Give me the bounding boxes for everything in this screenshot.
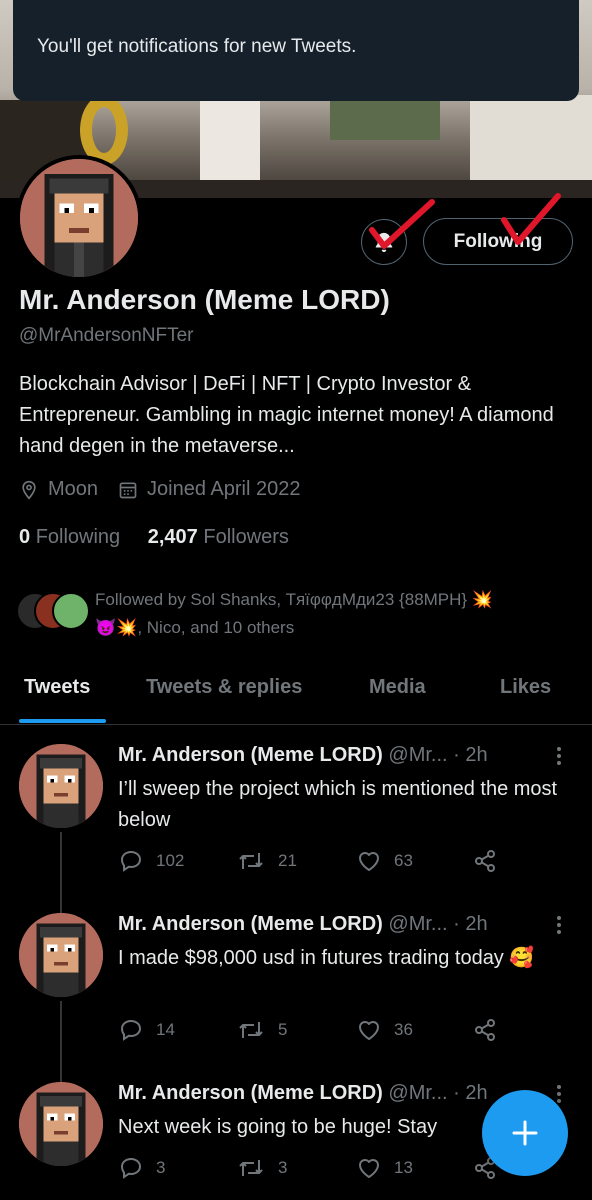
notifications-bell-button[interactable] — [361, 219, 407, 265]
tab-tweets-replies[interactable]: Tweets & replies — [146, 676, 302, 699]
like-button[interactable]: 13 — [356, 1156, 413, 1180]
heart-icon — [359, 852, 379, 871]
reply-icon — [120, 850, 142, 872]
tweet-text: I made $98,000 usd in futures trading to… — [118, 947, 535, 969]
share-button[interactable] — [472, 849, 510, 873]
plus-icon — [512, 1120, 538, 1146]
profile-handle: @MrAndersonNFTer — [19, 325, 194, 346]
tab-likes[interactable]: Likes — [500, 676, 551, 699]
reply-icon — [120, 1157, 142, 1179]
toast-message: You'll get notifications for new Tweets. — [37, 36, 357, 57]
retweet-button[interactable]: 5 — [236, 1018, 287, 1042]
like-button[interactable]: 36 — [356, 1018, 413, 1042]
tweet-handle-time: @Mr... · 2h — [388, 1082, 488, 1104]
tweet-avatar[interactable] — [19, 1082, 103, 1166]
profile-bio: Blockchain Advisor | DeFi | NFT | Crypto… — [19, 373, 554, 457]
more-options-icon[interactable] — [556, 746, 562, 766]
tweet-author-name[interactable]: Mr. Anderson (Meme LORD) — [118, 744, 383, 766]
thread-line — [60, 1001, 62, 1083]
notification-toast: You'll get notifications for new Tweets. — [13, 0, 579, 101]
following-button[interactable]: Following — [423, 218, 573, 265]
tweet-handle-time: @Mr... · 2h — [388, 913, 488, 935]
tweet-handle-time: @Mr... · 2h — [388, 744, 488, 766]
reply-button[interactable]: 102 — [118, 849, 184, 873]
reply-button[interactable]: 14 — [118, 1018, 175, 1042]
share-icon — [475, 1019, 495, 1041]
gold-ring-sculpture — [80, 95, 128, 165]
location: Moon — [19, 478, 98, 501]
pixel-avatar-image — [20, 159, 138, 277]
profile-avatar[interactable] — [16, 155, 142, 281]
share-icon — [475, 850, 495, 872]
retweet-icon — [239, 853, 263, 869]
following-count-link[interactable]: 0 Following — [19, 526, 120, 548]
tab-tweets[interactable]: Tweets — [24, 676, 90, 699]
profile-tabs: Tweets Tweets & replies Media Likes — [0, 664, 592, 725]
tweet-header: Mr. Anderson (Meme LORD) @Mr... · 2h — [118, 1082, 488, 1105]
more-options-icon[interactable] — [556, 915, 562, 935]
pixel-avatar-image — [19, 913, 103, 997]
tweet-header: Mr. Anderson (Meme LORD) @Mr... · 2h — [118, 913, 488, 936]
pixel-avatar-image — [19, 744, 103, 828]
reply-button[interactable]: 3 — [118, 1156, 165, 1180]
tweet-author-name[interactable]: Mr. Anderson (Meme LORD) — [118, 913, 383, 935]
tweet-avatar[interactable] — [19, 913, 103, 997]
pixel-avatar-image — [19, 1082, 103, 1166]
profile-name: Mr. Anderson (Meme LORD) — [19, 284, 390, 315]
calendar-icon — [119, 482, 137, 498]
tweet-header: Mr. Anderson (Meme LORD) @Mr... · 2h — [118, 744, 488, 767]
tweet-text: I’ll sweep the project which is mentione… — [118, 778, 558, 831]
location-pin-icon — [22, 480, 36, 500]
tab-media[interactable]: Media — [369, 676, 426, 699]
follow-counts: 0 Following 2,407 Followers — [19, 526, 311, 549]
following-button-label: Following — [453, 230, 543, 252]
like-button[interactable]: 63 — [356, 849, 413, 873]
retweet-button[interactable]: 3 — [236, 1156, 287, 1180]
thread-line — [60, 832, 62, 914]
followers-count-link[interactable]: 2,407 Followers — [148, 526, 289, 548]
compose-tweet-button[interactable] — [482, 1090, 568, 1176]
more-options-icon[interactable] — [556, 1084, 562, 1104]
heart-icon — [359, 1021, 379, 1040]
bell-icon — [375, 232, 393, 253]
retweet-icon — [239, 1160, 263, 1176]
follower-avatar — [52, 592, 90, 630]
share-button[interactable] — [472, 1018, 510, 1042]
retweet-icon — [239, 1022, 263, 1038]
joined-date: Joined April 2022 — [118, 478, 300, 501]
heart-icon — [359, 1159, 379, 1178]
followed-by-text: Followed by Sol Shanks, TяїφφдМди23 {88M… — [95, 590, 493, 637]
profile-meta: Moon Joined April 2022 — [19, 478, 320, 501]
reply-icon — [120, 1019, 142, 1041]
active-tab-indicator — [19, 719, 106, 723]
tweet-avatar[interactable] — [19, 744, 103, 828]
tweet-author-name[interactable]: Mr. Anderson (Meme LORD) — [118, 1082, 383, 1104]
retweet-button[interactable]: 21 — [236, 849, 297, 873]
